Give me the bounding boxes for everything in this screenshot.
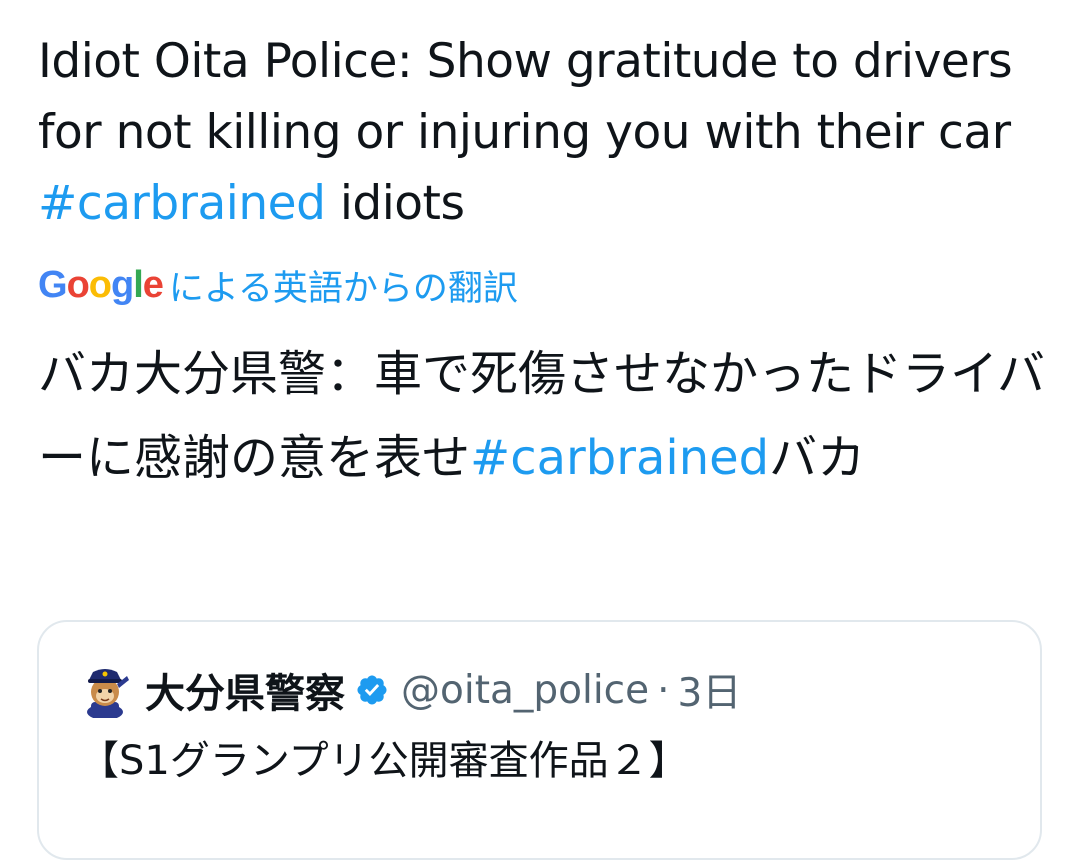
translation-label[interactable]: による英語からの翻訳 [169,260,518,311]
google-letter: g [111,263,134,306]
quoted-tweet-card[interactable]: 大分県警察 @oita_police · 3日 【S1グランプリ公開審査作品２】 [37,620,1042,860]
police-mascot-avatar-icon[interactable] [77,662,133,718]
verified-badge-icon [357,675,387,705]
tweet-text: Idiot Oita Police: Show gratitude to dri… [38,26,1048,239]
google-letter: e [142,263,164,306]
translation-attribution[interactable]: Google による英語からの翻訳 [38,260,518,311]
quoted-handle[interactable]: @oita_police [401,668,649,713]
translated-text-part2: バカ [769,430,866,486]
tweet-text-part2: idiots [325,176,465,231]
quoted-timestamp[interactable]: 3日 [678,662,742,718]
google-letter: o [66,263,90,306]
google-letter: l [133,263,144,306]
google-logo: Google [38,263,164,307]
translated-text: バカ大分県警：車で死傷させなかったドライバーに感謝の意を表せ#carbraine… [38,332,1048,500]
google-letter: o [88,263,112,306]
quoted-tweet-header: 大分県警察 @oita_police · 3日 [77,660,741,720]
hashtag-link[interactable]: #carbrained [38,176,326,231]
google-letter: G [38,263,68,306]
translated-hashtag-link[interactable]: #carbrained [470,430,769,486]
quoted-tweet-text: 【S1グランプリ公開審査作品２】 [79,738,689,784]
tweet-text-part1: Idiot Oita Police: Show gratitude to dri… [38,34,1013,160]
quoted-display-name[interactable]: 大分県警察 [145,661,345,719]
separator-dot: · [657,667,670,713]
